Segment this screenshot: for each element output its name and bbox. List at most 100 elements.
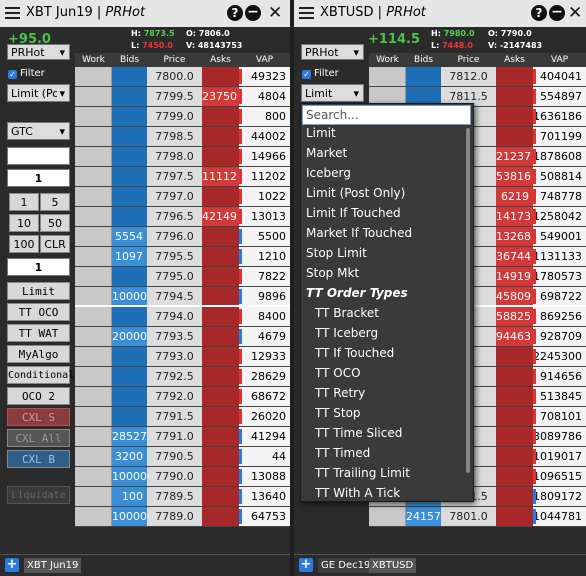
ask-cell[interactable] [202, 307, 239, 326]
vap-cell[interactable]: 404041 [533, 67, 586, 86]
qty-10-button[interactable]: 10 [9, 214, 39, 232]
cancel-all-button[interactable]: CXL All [7, 429, 70, 447]
vap-cell[interactable]: 513845 [533, 387, 586, 406]
ask-cell[interactable]: 13268 [496, 227, 533, 246]
ask-cell[interactable] [202, 447, 239, 466]
work-cell[interactable] [75, 347, 112, 366]
price-cell[interactable]: 7790.5 [147, 447, 202, 466]
liquidate-button[interactable]: Liquidate [7, 486, 70, 504]
ask-cell[interactable] [202, 67, 239, 86]
dropdown-option[interactable]: Limit If Touched [306, 206, 401, 220]
ask-cell[interactable] [496, 507, 533, 526]
dropdown-option[interactable]: TT Timed [315, 446, 370, 460]
price-cell[interactable]: 7797.5 [147, 167, 202, 186]
qty-1-button[interactable]: 1 [9, 193, 39, 211]
tif-select[interactable]: GTC ▾ [7, 122, 70, 140]
add-tab-icon[interactable]: + [5, 558, 19, 572]
qty-100-button[interactable]: 100 [9, 235, 39, 253]
ask-cell[interactable]: 36744 [496, 247, 533, 266]
vap-cell[interactable]: 701199 [533, 127, 586, 146]
price-cell[interactable]: 7799.5 [147, 87, 202, 106]
price-cell[interactable]: 7793.5 [147, 327, 202, 346]
account-select[interactable]: PRHot ▾ [301, 44, 364, 60]
bid-cell[interactable] [112, 147, 147, 166]
ask-cell[interactable] [202, 107, 239, 126]
vap-cell[interactable]: 748778 [533, 187, 586, 206]
tab-ge-dec19[interactable]: GE Dec19 [318, 558, 374, 573]
price-cell[interactable]: 7795.0 [147, 267, 202, 286]
bid-cell[interactable]: 10000 [112, 287, 147, 306]
tt-oco-button[interactable]: TT OCO [7, 303, 70, 321]
price-cell[interactable]: 7812.0 [441, 67, 496, 86]
bid-cell[interactable]: 100 [112, 487, 147, 506]
ask-cell[interactable] [202, 247, 239, 266]
dropdown-option[interactable]: TT Bracket [315, 306, 379, 320]
order-type-search-input[interactable]: Search... [302, 105, 471, 125]
order-type-select[interactable]: Limit (Pos ▾ [7, 84, 70, 102]
price-cell[interactable]: 7798.5 [147, 127, 202, 146]
vap-cell[interactable]: 1878608 [533, 147, 586, 166]
price-cell[interactable]: 7796.5 [147, 207, 202, 226]
bid-cell[interactable] [112, 107, 147, 126]
bid-cell[interactable] [112, 367, 147, 386]
bid-cell[interactable]: 10000 [112, 467, 147, 486]
dropdown-option[interactable]: TT Time Sliced [315, 426, 402, 440]
tt-wat-button[interactable]: TT WAT [7, 324, 70, 342]
dropdown-option[interactable]: Limit (Post Only) [306, 186, 405, 200]
bid-cell[interactable] [112, 167, 147, 186]
price-cell[interactable]: 7797.0 [147, 187, 202, 206]
bid-cell[interactable] [112, 307, 147, 326]
dropdown-option[interactable]: TT Iceberg [315, 326, 378, 340]
bid-cell[interactable] [112, 207, 147, 226]
ask-cell[interactable] [202, 267, 239, 286]
work-cell[interactable] [75, 467, 112, 486]
ask-cell[interactable] [202, 347, 239, 366]
hamburger-menu-icon[interactable] [5, 7, 20, 20]
vap-cell[interactable]: 44 [239, 447, 290, 466]
bid-cell[interactable] [112, 347, 147, 366]
order-type-select[interactable]: Limit ▾ [301, 84, 364, 102]
ask-cell[interactable] [202, 127, 239, 146]
dropdown-option[interactable]: Iceberg [306, 166, 351, 180]
vap-cell[interactable]: 64753 [239, 507, 290, 526]
ask-cell[interactable]: 45809 [496, 287, 533, 306]
conditional-button[interactable]: Conditional [7, 366, 74, 384]
dropdown-option[interactable]: Limit [306, 126, 336, 140]
ask-cell[interactable] [202, 427, 239, 446]
price-cell[interactable]: 7793.0 [147, 347, 202, 366]
price-input[interactable] [7, 147, 70, 165]
vap-cell[interactable]: 12933 [239, 347, 290, 366]
price-cell[interactable]: 7801.0 [441, 507, 496, 526]
ask-cell[interactable]: 21237 [496, 147, 533, 166]
vap-cell[interactable]: 9896 [239, 287, 290, 306]
price-cell[interactable]: 7795.5 [147, 247, 202, 266]
price-cell[interactable]: 7794.0 [147, 307, 202, 326]
work-cell[interactable] [75, 387, 112, 406]
hamburger-menu-icon[interactable] [299, 7, 314, 20]
bid-cell[interactable] [112, 67, 147, 86]
work-cell[interactable] [75, 87, 112, 106]
dropdown-scrollbar[interactable] [466, 128, 470, 473]
work-cell[interactable] [75, 367, 112, 386]
work-cell[interactable] [75, 167, 112, 186]
price-cell[interactable]: 7792.0 [147, 387, 202, 406]
ask-cell[interactable] [202, 287, 239, 306]
vap-cell[interactable]: 44002 [239, 127, 290, 146]
ask-cell[interactable]: 6219 [496, 187, 533, 206]
vap-cell[interactable]: 2245300 [533, 347, 586, 366]
work-cell[interactable] [75, 507, 112, 526]
price-cell[interactable]: 7798.0 [147, 147, 202, 166]
ask-cell[interactable] [202, 387, 239, 406]
myalgo-button[interactable]: MyAlgo [7, 345, 70, 363]
bid-cell[interactable]: 28527 [112, 427, 147, 446]
bid-cell[interactable] [112, 387, 147, 406]
vap-cell[interactable]: 14966 [239, 147, 290, 166]
title-bar[interactable]: XBT Jun19 | PRHot ? − ✕ [0, 0, 290, 28]
vap-cell[interactable]: 8400 [239, 307, 290, 326]
ask-cell[interactable] [496, 387, 533, 406]
vap-cell[interactable]: 3089786 [533, 427, 586, 446]
vap-cell[interactable]: 28629 [239, 367, 290, 386]
vap-cell[interactable]: 4679 [239, 327, 290, 346]
bid-cell[interactable] [112, 267, 147, 286]
ask-cell[interactable]: 53816 [496, 167, 533, 186]
